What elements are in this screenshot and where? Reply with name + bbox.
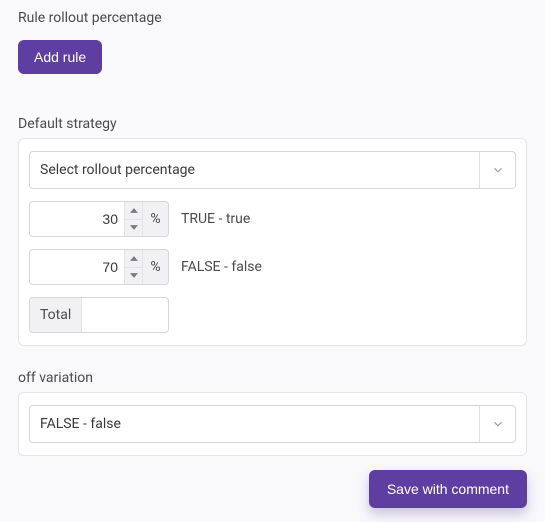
off-variation-select-label: FALSE - false <box>30 406 479 442</box>
variation-true-input-group: % <box>29 201 169 237</box>
default-strategy-section: Default strategy Select rollout percenta… <box>18 116 527 346</box>
off-variation-section: off variation FALSE - false <box>18 370 527 456</box>
off-variation-select[interactable]: FALSE - false <box>29 405 516 443</box>
rule-rollout-heading: Rule rollout percentage <box>18 10 527 26</box>
off-variation-card: FALSE - false <box>18 392 527 456</box>
total-value <box>82 298 169 332</box>
stepper-down-button[interactable] <box>125 267 142 285</box>
percent-sign: % <box>142 250 168 284</box>
off-variation-heading: off variation <box>18 370 527 386</box>
save-with-comment-button[interactable]: Save with comment <box>369 470 527 508</box>
chevron-down-icon <box>479 406 515 442</box>
variation-false-input[interactable] <box>30 250 124 284</box>
variation-false-label: FALSE - false <box>177 259 262 275</box>
variation-true-input[interactable] <box>30 202 124 236</box>
variation-true-stepper <box>124 202 142 236</box>
total-label: Total <box>30 298 82 332</box>
percent-sign: % <box>142 202 168 236</box>
rollout-percentage-select[interactable]: Select rollout percentage <box>29 151 516 189</box>
variation-true-label: TRUE - true <box>177 211 250 227</box>
chevron-down-icon <box>479 152 515 188</box>
add-rule-button[interactable]: Add rule <box>18 40 102 74</box>
variation-false-stepper <box>124 250 142 284</box>
variation-row-true: % TRUE - true <box>29 201 516 237</box>
rule-rollout-section: Rule rollout percentage Add rule <box>18 10 527 74</box>
variation-false-input-group: % <box>29 249 169 285</box>
stepper-up-button[interactable] <box>125 250 142 267</box>
total-row: Total % <box>29 297 169 333</box>
rollout-percentage-select-label: Select rollout percentage <box>30 152 479 188</box>
default-strategy-card: Select rollout percentage % TRUE - true <box>18 138 527 346</box>
footer: Save with comment <box>369 470 527 508</box>
variation-row-false: % FALSE - false <box>29 249 516 285</box>
default-strategy-heading: Default strategy <box>18 116 527 132</box>
stepper-up-button[interactable] <box>125 202 142 219</box>
stepper-down-button[interactable] <box>125 219 142 237</box>
